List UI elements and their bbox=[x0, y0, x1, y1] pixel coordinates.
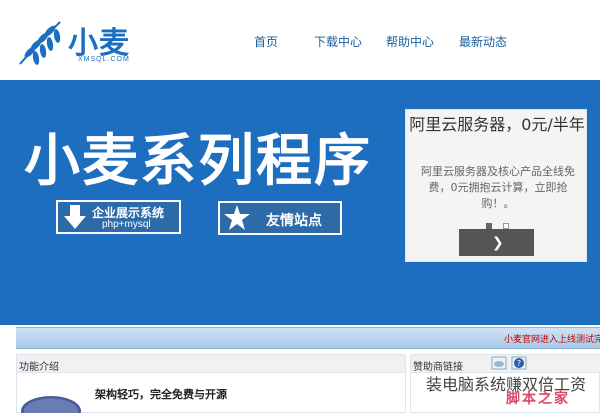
friends-sites-button[interactable]: 友情站点 bbox=[218, 201, 342, 235]
feature-panel: 功能介绍 架构轻巧，完全免费与开源 bbox=[16, 354, 406, 413]
cloud-icon[interactable] bbox=[491, 356, 507, 370]
site-logo[interactable]: 小麦 XMSQL.COM bbox=[14, 14, 139, 70]
logo-domain: XMSQL.COM bbox=[78, 56, 130, 63]
php-logo-icon bbox=[21, 396, 81, 413]
enterprise-button-sublabel: php+mysql bbox=[102, 219, 151, 230]
feature-panel-header: 功能介绍 bbox=[17, 355, 405, 373]
feature-headline: 架构轻巧，完全免费与开源 bbox=[95, 388, 227, 401]
sponsor-panel-title: 赞助商链接 bbox=[413, 362, 463, 373]
wheat-icon bbox=[19, 21, 61, 65]
help-icon[interactable]: ? bbox=[511, 356, 527, 370]
nav-help[interactable]: 帮助中心 bbox=[386, 33, 434, 50]
watermark: 脚本之家 bbox=[506, 391, 570, 407]
download-arrow-icon bbox=[64, 205, 86, 229]
news-ticker: 小麦官网进入上线测试完 bbox=[16, 327, 600, 349]
friends-button-label: 友情站点 bbox=[266, 213, 322, 229]
nav-home[interactable]: 首页 bbox=[254, 33, 278, 50]
site-header: 小麦 XMSQL.COM 首页 下载中心 帮助中心 最新动态 bbox=[0, 0, 600, 80]
ad-title: 阿里云服务器，0元/半年 bbox=[409, 115, 585, 134]
star-icon bbox=[224, 205, 250, 230]
ad-description: 阿里云服务器及核心产品全线免费，0元拥抱云计算，立即抢购！。 bbox=[421, 165, 575, 210]
ad-next-button[interactable]: ❯ bbox=[459, 229, 534, 256]
nav-downloads[interactable]: 下载中心 bbox=[314, 33, 362, 50]
nav-news[interactable]: 最新动态 bbox=[459, 33, 507, 50]
sponsor-panel-header: 赞助商链接 ? bbox=[411, 355, 600, 373]
banner-title: 小麦系列程序 bbox=[24, 129, 372, 194]
cloud-ad[interactable]: 阿里云服务器，0元/半年 阿里云服务器及核心产品全线免费，0元拥抱云计算，立即抢… bbox=[405, 109, 587, 262]
page: 小麦 XMSQL.COM 首页 下载中心 帮助中心 最新动态 小麦系列程序 企业… bbox=[0, 0, 600, 413]
chevron-right-icon: ❯ bbox=[492, 235, 504, 251]
sponsor-panel: 赞助商链接 ? 装电脑系统赚双倍工资 bbox=[410, 354, 600, 413]
enterprise-system-button[interactable]: 企业展示系统 php+mysql bbox=[56, 200, 181, 234]
ticker-text[interactable]: 小麦官网进入上线测试完 bbox=[504, 332, 600, 345]
feature-panel-title: 功能介绍 bbox=[19, 362, 59, 373]
svg-text:?: ? bbox=[517, 359, 521, 368]
